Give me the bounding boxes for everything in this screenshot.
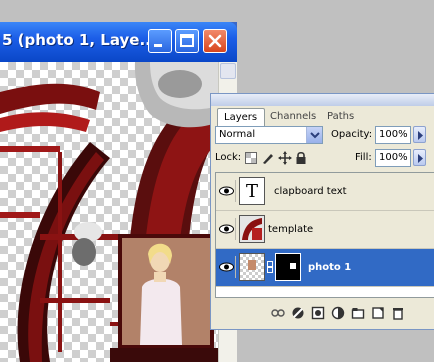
layer-name: photo 1 <box>308 262 352 273</box>
layer-row-photo-1[interactable]: photo 1 <box>216 249 434 287</box>
lock-transparency-icon[interactable] <box>245 152 257 164</box>
chevron-down-icon <box>310 132 320 139</box>
lock-label: Lock: <box>215 152 242 163</box>
scroll-up-button[interactable] <box>220 63 236 79</box>
move-icon[interactable] <box>278 151 292 165</box>
close-icon <box>208 34 222 48</box>
text-layer-thumbnail: T <box>239 177 265 205</box>
minimize-button[interactable] <box>148 29 172 53</box>
template-thumbnail-image <box>240 216 264 242</box>
link-icon[interactable] <box>267 261 273 273</box>
visibility-toggle[interactable] <box>218 180 236 202</box>
eye-icon <box>219 224 234 234</box>
layer-name: template <box>268 224 314 235</box>
blend-mode-select[interactable]: Normal <box>215 126 323 144</box>
lock-icon[interactable] <box>295 151 307 165</box>
tab-layers[interactable]: Layers <box>217 108 265 126</box>
tab-channels[interactable]: Channels <box>264 108 322 126</box>
photo-thumbnail-image <box>248 260 256 270</box>
layer-style-icon[interactable] <box>291 306 305 320</box>
fill-slider-button[interactable] <box>413 149 426 166</box>
dropdown-arrow[interactable] <box>306 127 322 143</box>
opacity-label: Opacity: <box>331 129 373 140</box>
fill-input[interactable]: 100% <box>375 149 411 167</box>
opacity-input[interactable]: 100% <box>375 126 411 144</box>
layer-mask-thumbnail[interactable] <box>275 253 301 281</box>
adjustment-layer-icon[interactable] <box>331 306 345 320</box>
visibility-toggle[interactable] <box>218 218 236 240</box>
blend-opacity-row: Normal Opacity: 100% <box>215 126 431 146</box>
photo-layer-thumbnail <box>239 253 265 281</box>
new-layer-icon[interactable] <box>371 306 385 320</box>
layers-footer-toolbar <box>215 304 434 324</box>
blend-mode-value: Normal <box>219 129 256 140</box>
template-layer-thumbnail <box>239 215 265 243</box>
layers-list: T clapboard text template photo 1 <box>215 172 434 298</box>
layers-panel: Layers Channels Paths Normal Opacity: 10… <box>210 93 434 330</box>
close-button[interactable] <box>203 29 227 53</box>
minimize-icon <box>154 44 162 47</box>
eye-icon <box>219 186 234 196</box>
add-mask-icon[interactable] <box>311 306 325 320</box>
link-layers-icon[interactable] <box>271 306 285 320</box>
eye-icon <box>219 262 234 272</box>
document-canvas[interactable] <box>0 62 218 362</box>
layer-row-template[interactable]: template <box>216 211 434 249</box>
document-title: 5 (photo 1, Laye... <box>2 31 157 49</box>
brush-icon[interactable] <box>261 151 275 165</box>
canvas-artwork <box>0 62 218 362</box>
fill-label: Fill: <box>355 152 372 163</box>
panel-header[interactable] <box>211 94 434 106</box>
mask-white-area <box>290 263 296 269</box>
opacity-slider-button[interactable] <box>413 126 426 143</box>
triangle-right-icon <box>418 154 423 163</box>
visibility-toggle[interactable] <box>218 256 236 278</box>
layer-name: clapboard text <box>274 186 347 197</box>
triangle-right-icon <box>418 131 423 140</box>
tab-paths[interactable]: Paths <box>321 108 365 126</box>
maximize-button[interactable] <box>175 29 199 53</box>
text-layer-glyph: T <box>245 180 258 202</box>
lock-fill-row: Lock: Fill: 100% <box>215 149 431 169</box>
trash-icon[interactable] <box>391 306 405 320</box>
maximize-icon <box>180 34 194 47</box>
layer-row-clapboard-text[interactable]: T clapboard text <box>216 173 434 211</box>
new-group-icon[interactable] <box>351 306 365 320</box>
